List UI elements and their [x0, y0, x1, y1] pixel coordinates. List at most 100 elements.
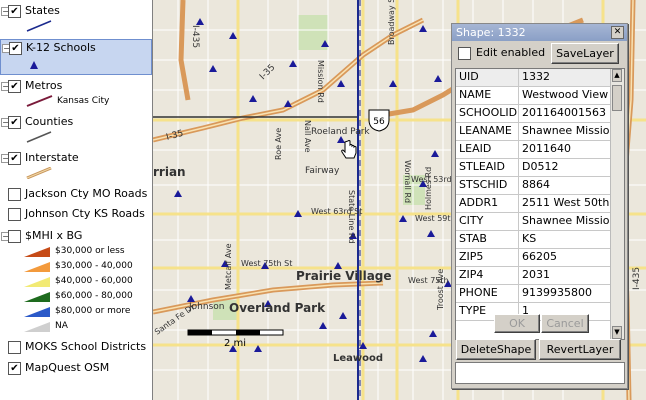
- attribute-key: SCHOOLID: [456, 105, 519, 122]
- attribute-row[interactable]: PHONE 9139935800: [456, 285, 611, 303]
- attribute-value[interactable]: Shawnee Mission: [519, 213, 611, 230]
- attribute-grid[interactable]: UID 1332 NAME Westwood View SCHOOLID 20116400…: [455, 68, 625, 340]
- attribute-value[interactable]: 2511 West 50th: [519, 195, 611, 212]
- attribute-key: UID: [456, 69, 519, 86]
- delete-shape-button[interactable]: DeleteShape: [456, 339, 536, 360]
- revert-layer-button[interactable]: RevertLayer: [539, 339, 621, 360]
- mhi-class-6: NA: [22, 321, 152, 333]
- window-title-bar[interactable]: Shape: 1332 ✕: [452, 24, 627, 41]
- layer-johnson-roads[interactable]: Johnson Cty KS Roads: [0, 206, 152, 224]
- layer-mhi-bg[interactable]: − $MHI x BG: [0, 228, 152, 246]
- attribute-value[interactable]: 66205: [519, 249, 611, 266]
- layer-checkbox[interactable]: [8, 208, 21, 221]
- map-label-prairie-village: Prairie Village: [296, 269, 392, 283]
- states-line-symbol: [26, 20, 52, 32]
- mhi-swatch: [24, 247, 50, 257]
- layer-checkbox[interactable]: [8, 230, 21, 243]
- edit-enabled-checkbox[interactable]: [458, 47, 471, 60]
- map-label-mission: Mission Rd: [316, 60, 325, 103]
- attribute-value[interactable]: 1332: [519, 69, 611, 86]
- attribute-row[interactable]: ADDR1 2511 West 50th: [456, 195, 611, 213]
- attribute-row[interactable]: SCHOOLID 201164001563: [456, 105, 611, 123]
- layer-states[interactable]: − ✔ States: [0, 3, 152, 21]
- layer-checkbox[interactable]: ✔: [8, 80, 21, 93]
- layer-label: K-12 Schools: [26, 41, 96, 54]
- attribute-row[interactable]: ZIP4 2031: [456, 267, 611, 285]
- layer-jackson-roads[interactable]: Jackson Cty MO Roads: [0, 186, 152, 204]
- attribute-row[interactable]: CITY Shawnee Mission: [456, 213, 611, 231]
- layer-checkbox[interactable]: ✔: [8, 5, 21, 18]
- layer-counties[interactable]: − ✔ Counties: [0, 114, 152, 132]
- attribute-key: ZIP5: [456, 249, 519, 266]
- attribute-row[interactable]: LEANAME Shawnee Mission: [456, 123, 611, 141]
- scroll-thumb[interactable]: [612, 85, 622, 111]
- attribute-value[interactable]: Westwood View: [519, 87, 611, 104]
- layer-label: MOKS School Districts: [25, 340, 147, 353]
- layer-k12-schools[interactable]: − ✔ K-12 Schools: [0, 39, 152, 75]
- metro-sublabel: Kansas City: [57, 96, 110, 106]
- map-label-broadway: Broadway St: [387, 0, 396, 45]
- status-input[interactable]: [455, 362, 625, 384]
- attribute-row[interactable]: NAME Westwood View: [456, 87, 611, 105]
- county-line-symbol: [26, 131, 52, 143]
- layer-label: Counties: [25, 115, 74, 128]
- close-icon[interactable]: ✕: [611, 26, 624, 39]
- map-label-nall: Nall Ave: [303, 120, 312, 153]
- layer-metros[interactable]: − ✔ Metros: [0, 78, 152, 96]
- layer-checkbox[interactable]: [8, 341, 21, 354]
- scroll-down-icon[interactable]: ▼: [612, 326, 622, 339]
- map-label-roe: Roe Ave: [274, 128, 283, 160]
- save-layer-button[interactable]: SaveLayer: [551, 43, 619, 64]
- layer-label: Johnson Cty KS Roads: [25, 207, 145, 220]
- attribute-value[interactable]: 2011640: [519, 141, 611, 158]
- attribute-row[interactable]: UID 1332: [456, 69, 611, 87]
- shape-properties-window[interactable]: Shape: 1332 ✕ Edit enabled SaveLayer UID…: [451, 23, 628, 389]
- layer-label: MapQuest OSM: [25, 361, 110, 374]
- attribute-value[interactable]: D0512: [519, 159, 611, 176]
- layer-interstate[interactable]: − ✔ Interstate: [0, 150, 152, 168]
- layer-legend-panel: − ✔ States − ✔ K-12 Schools − ✔ Metros K…: [0, 0, 153, 400]
- layer-label: States: [25, 4, 60, 17]
- attribute-row[interactable]: STLEAID D0512: [456, 159, 611, 177]
- map-label-fairway: Fairway: [305, 166, 340, 176]
- attribute-key: PHONE: [456, 285, 519, 302]
- attribute-row[interactable]: ZIP5 66205: [456, 249, 611, 267]
- attribute-value[interactable]: 8864: [519, 177, 611, 194]
- attribute-key: ZIP4: [456, 267, 519, 284]
- attribute-key: STAB: [456, 231, 519, 248]
- cancel-button[interactable]: Cancel: [541, 314, 589, 333]
- layer-checkbox[interactable]: ✔: [9, 42, 22, 55]
- interstate-line-symbol: [26, 167, 52, 179]
- layer-checkbox[interactable]: ✔: [8, 116, 21, 129]
- scale-label: 2 mi: [224, 338, 246, 349]
- map-label-i435: I-435: [632, 267, 642, 290]
- edit-enabled-label: Edit enabled: [476, 46, 546, 59]
- map-label-city: rrian: [153, 165, 186, 179]
- attribute-value[interactable]: Shawnee Mission: [519, 123, 611, 140]
- ok-button[interactable]: OK: [494, 314, 540, 333]
- layer-mapquest-osm[interactable]: ✔ MapQuest OSM: [0, 360, 152, 378]
- attribute-value[interactable]: 201164001563: [519, 105, 611, 122]
- attribute-row[interactable]: STSCHID 8864: [456, 177, 611, 195]
- attribute-value[interactable]: KS: [519, 231, 611, 248]
- vertical-scrollbar[interactable]: ▲ ▼: [610, 69, 624, 339]
- mhi-swatch: [24, 307, 50, 317]
- attribute-value[interactable]: 9139935800: [519, 285, 611, 302]
- mhi-class-1: $30,000 or less: [22, 246, 152, 258]
- layer-checkbox[interactable]: ✔: [8, 362, 21, 375]
- mhi-swatch: [24, 277, 50, 287]
- attribute-key: ADDR1: [456, 195, 519, 212]
- attribute-row[interactable]: STAB KS: [456, 231, 611, 249]
- mhi-swatch: [24, 322, 50, 332]
- layer-checkbox[interactable]: ✔: [8, 152, 21, 165]
- scroll-up-icon[interactable]: ▲: [612, 69, 622, 82]
- attribute-value[interactable]: 2031: [519, 267, 611, 284]
- map-label-us56: 56: [373, 117, 385, 127]
- map-label-overland-park: Overland Park: [229, 301, 326, 315]
- attribute-row[interactable]: LEAID 2011640: [456, 141, 611, 159]
- layer-school-districts[interactable]: MOKS School Districts: [0, 339, 152, 357]
- layer-checkbox[interactable]: [8, 188, 21, 201]
- map-label-i435-north: I-435: [190, 25, 200, 48]
- map-label-roeland-park: Roeland Park: [311, 127, 370, 137]
- mhi-class-5: $80,000 or more: [22, 306, 152, 318]
